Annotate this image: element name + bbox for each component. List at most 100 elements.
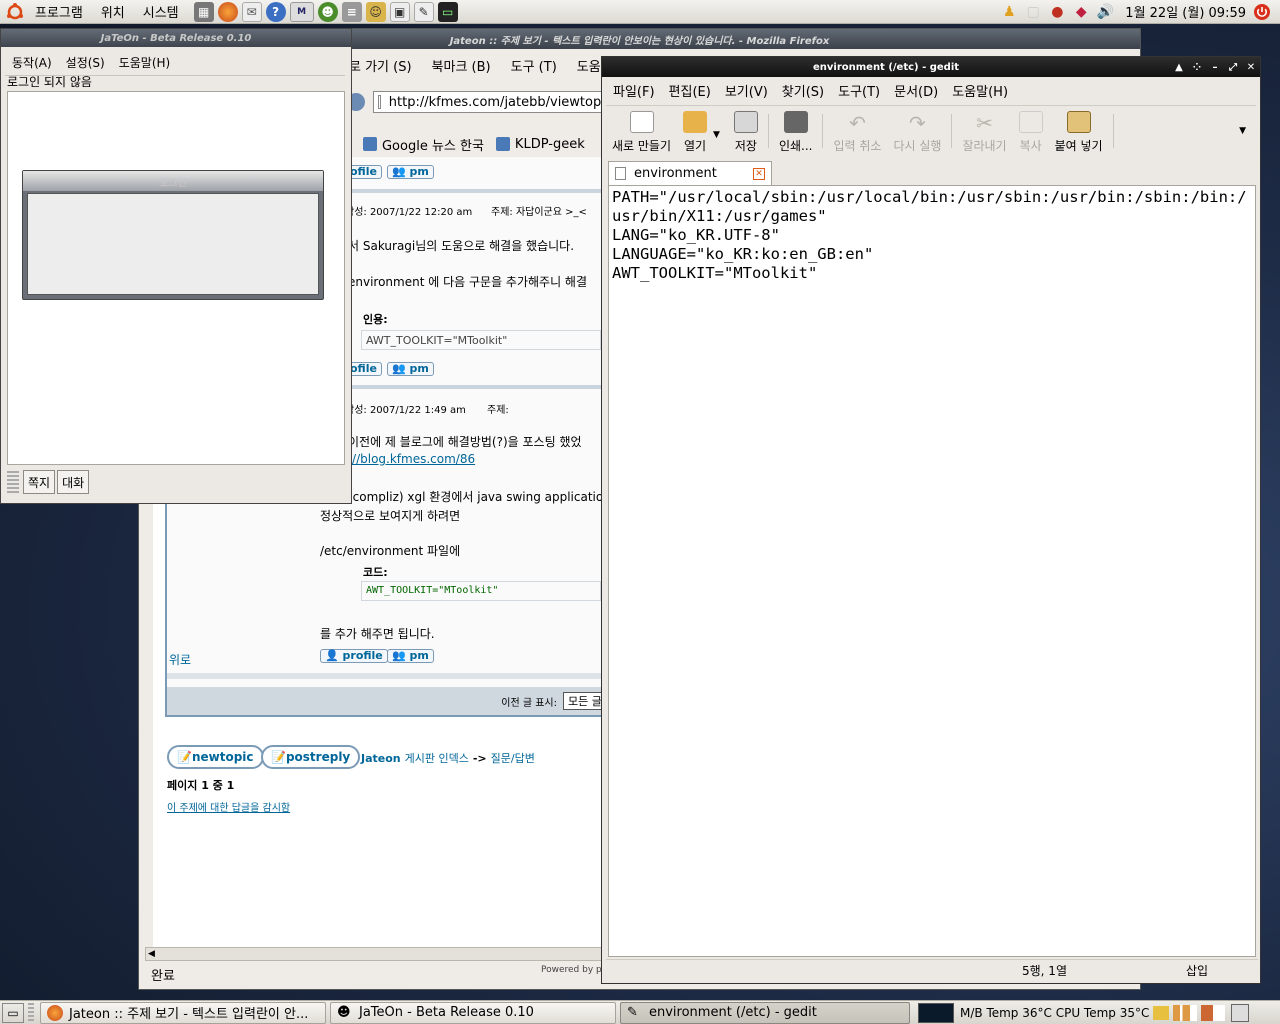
firefox-menu-tools[interactable]: 도구 (T) — [501, 56, 567, 75]
cursor-position: 5행, 1열 — [1022, 964, 1067, 978]
toolbar-overflow-icon[interactable]: ▼ — [1239, 126, 1246, 136]
open-dropdown-icon[interactable]: ▼ — [713, 130, 720, 140]
save-button[interactable]: 저장 — [728, 108, 764, 154]
clock[interactable]: 1월 22일 (월) 09:59 — [1125, 2, 1246, 21]
blog-link[interactable]: ://blog.kfmes.com/86 — [348, 452, 475, 466]
pm-button[interactable]: 👥 pm — [387, 165, 434, 179]
tab-close-icon[interactable]: ✕ — [753, 167, 765, 180]
scroll-left-icon[interactable]: ◀ — [148, 949, 155, 959]
breadcrumb-index[interactable]: 게시판 인덱스 — [405, 750, 469, 766]
pm-button[interactable]: 👥 pm — [387, 362, 434, 376]
jateon-titlebar[interactable]: JaTeOn - Beta Release 0.10 — [1, 29, 351, 47]
cpu-meter-icon[interactable] — [1173, 1004, 1198, 1021]
gedit-menu-documents[interactable]: 문서(D) — [887, 81, 945, 100]
menu-applications[interactable]: 프로그램 — [26, 0, 92, 24]
editor-text[interactable]: PATH="/usr/local/sbin:/usr/local/bin:/us… — [609, 186, 1255, 285]
system-monitor-graph[interactable] — [918, 1002, 954, 1023]
copy-button[interactable]: 복사 — [1013, 108, 1049, 154]
page-icon — [378, 95, 381, 109]
postreply-button[interactable]: 📝 postreply — [261, 745, 361, 769]
editor-icon[interactable]: ✎ — [413, 1, 434, 22]
jateon-menu-action[interactable]: 동작(A) — [5, 54, 59, 71]
post2-subject: 주제: — [487, 405, 509, 416]
quote-box: AWT_TOOLKIT="MToolkit" — [361, 330, 601, 350]
frog-icon[interactable]: ☻ — [317, 1, 338, 22]
redo-button[interactable]: ↷ 다시 실행 — [887, 108, 947, 154]
gedit-menu-edit[interactable]: 편집(E) — [662, 81, 718, 100]
insert-mode: 삽입 — [1186, 964, 1209, 978]
toolbar-separator — [951, 113, 953, 148]
jateon-menu-help[interactable]: 도움말(H) — [112, 54, 178, 71]
horizontal-scrollbar[interactable]: ◀ — [145, 947, 603, 961]
firefox-menu-bookmarks[interactable]: 북마크 (B) — [422, 56, 501, 75]
newtopic-button[interactable]: 📝 newtopic — [167, 745, 264, 769]
gedit-toolbar: 새로 만들기 열기 ▼ 저장 인쇄... ↶ 입력 취소 ↷ 다시 실행 ✂ 잘라내기… — [606, 105, 1256, 155]
task-firefox[interactable]: Jateon :: 주제 보기 - 텍스트 입력란이 안... — [40, 1001, 326, 1024]
memory-meter-icon[interactable] — [1201, 1004, 1226, 1021]
show-desktop-icon[interactable]: ▭ — [2, 1002, 24, 1023]
ruby-tray-icon[interactable]: ◆ — [1071, 2, 1091, 22]
paste-button[interactable]: 붙여 넣기 — [1049, 108, 1109, 154]
undo-button[interactable]: ↶ 입력 취소 — [827, 108, 887, 154]
network-tray-icon[interactable]: ● — [1047, 2, 1067, 22]
terminal-icon[interactable]: ▭ — [437, 1, 458, 22]
post2-text-4: /etc/environment 파일에 — [320, 544, 461, 558]
menu-system[interactable]: 시스템 — [134, 0, 188, 24]
profile-button[interactable]: 👤 profile — [320, 649, 388, 663]
chat-button[interactable]: 대화 — [57, 470, 90, 494]
messenger-icon[interactable]: M — [289, 1, 314, 22]
help-icon[interactable]: ? — [265, 1, 286, 22]
gedit-menu-tools[interactable]: 도구(T) — [831, 81, 887, 100]
window-up-icon[interactable]: ▲ — [1170, 62, 1188, 73]
print-button[interactable]: 인쇄... — [773, 108, 819, 154]
top-link[interactable]: 위로 — [169, 651, 191, 668]
post2-text-5: 를 추가 해주면 됩니다. — [320, 627, 435, 641]
new-button[interactable]: 새로 만들기 — [606, 108, 677, 154]
post1-text-1: 서 Sakuragi님의 도움으로 해결을 했습니다. — [348, 239, 575, 253]
sensors-readout: M/B Temp 36°C CPU Temp 35°C — [960, 1005, 1150, 1020]
page-info: 페이지 1 중 1 — [167, 779, 235, 792]
gedit-menu-view[interactable]: 보기(V) — [718, 81, 775, 100]
gedit-menu-search[interactable]: 찾기(S) — [775, 81, 831, 100]
media-icon[interactable]: ▣ — [389, 1, 410, 22]
trash-icon[interactable] — [1231, 1003, 1250, 1022]
menu-places[interactable]: 위치 — [92, 0, 134, 24]
calculator-icon[interactable]: ▦ — [193, 1, 214, 22]
maximize-icon[interactable]: ⤢ — [1224, 62, 1242, 73]
note-button[interactable]: 쪽지 — [23, 470, 56, 494]
tab-environment[interactable]: environment ✕ — [608, 161, 772, 185]
bookmark-kldp[interactable]: KLDP-geek — [515, 137, 585, 152]
open-button[interactable]: 열기 — [677, 108, 713, 154]
firefox-icon[interactable] — [217, 1, 238, 22]
users-icon[interactable]: ☺ — [365, 1, 386, 22]
url-bar[interactable]: http://kfmes.com/jatebb/viewtopic — [373, 91, 613, 113]
jateon-menu-settings[interactable]: 설정(S) — [59, 54, 112, 71]
volume-icon[interactable]: 🔊 — [1095, 2, 1115, 22]
close-icon[interactable]: ✕ — [1242, 62, 1260, 73]
mail-icon[interactable]: ✉ — [241, 1, 262, 22]
gedit-menu-file[interactable]: 파일(F) — [606, 81, 662, 100]
user-tray-icon[interactable]: ♟ — [999, 2, 1019, 22]
post2-date: 작성: 2007/1/22 1:49 am — [345, 405, 466, 416]
task-jateon[interactable]: ☻ JaTeOn - Beta Release 0.10 — [330, 1001, 616, 1024]
editor-area[interactable]: PATH="/usr/local/sbin:/usr/local/bin:/us… — [608, 185, 1256, 957]
task-gedit[interactable]: ✎ environment (/etc) - gedit — [620, 1001, 910, 1024]
terminal-list-icon[interactable]: ≡ — [341, 1, 362, 22]
breadcrumb-forum[interactable]: 질문/답변 — [491, 750, 535, 766]
scissors-icon: ✂ — [976, 110, 993, 135]
ubuntu-logo-icon[interactable] — [4, 2, 26, 22]
watch-topic-link[interactable]: 이 주제에 대한 답글을 감시함 — [167, 799, 290, 814]
gedit-menu-help[interactable]: 도움말(H) — [945, 81, 1015, 100]
minimize-icon[interactable]: – — [1206, 62, 1224, 73]
bookmark-google-news[interactable]: Google 뉴스 한국 — [382, 135, 484, 154]
post1-date: 작성: 2007/1/22 12:20 am — [345, 207, 473, 218]
power-icon[interactable] — [1252, 2, 1272, 22]
cut-button[interactable]: ✂ 잘라내기 — [956, 108, 1012, 154]
folder-tray-icon[interactable] — [1153, 1005, 1170, 1020]
pm-button[interactable]: 👥 pm — [387, 649, 434, 663]
breadcrumb-site[interactable]: Jateon — [361, 752, 401, 765]
post2-text-1: 이전에 제 블로그에 해결방법(?)을 포스팅 했었 — [348, 435, 582, 449]
prev-posts-select[interactable]: 모든 글 — [563, 692, 605, 710]
window-menu-icon[interactable]: ⁘ — [1188, 62, 1206, 73]
gedit-titlebar[interactable]: environment (/etc) - gedit ▲ ⁘ – ⤢ ✕ — [602, 57, 1260, 77]
